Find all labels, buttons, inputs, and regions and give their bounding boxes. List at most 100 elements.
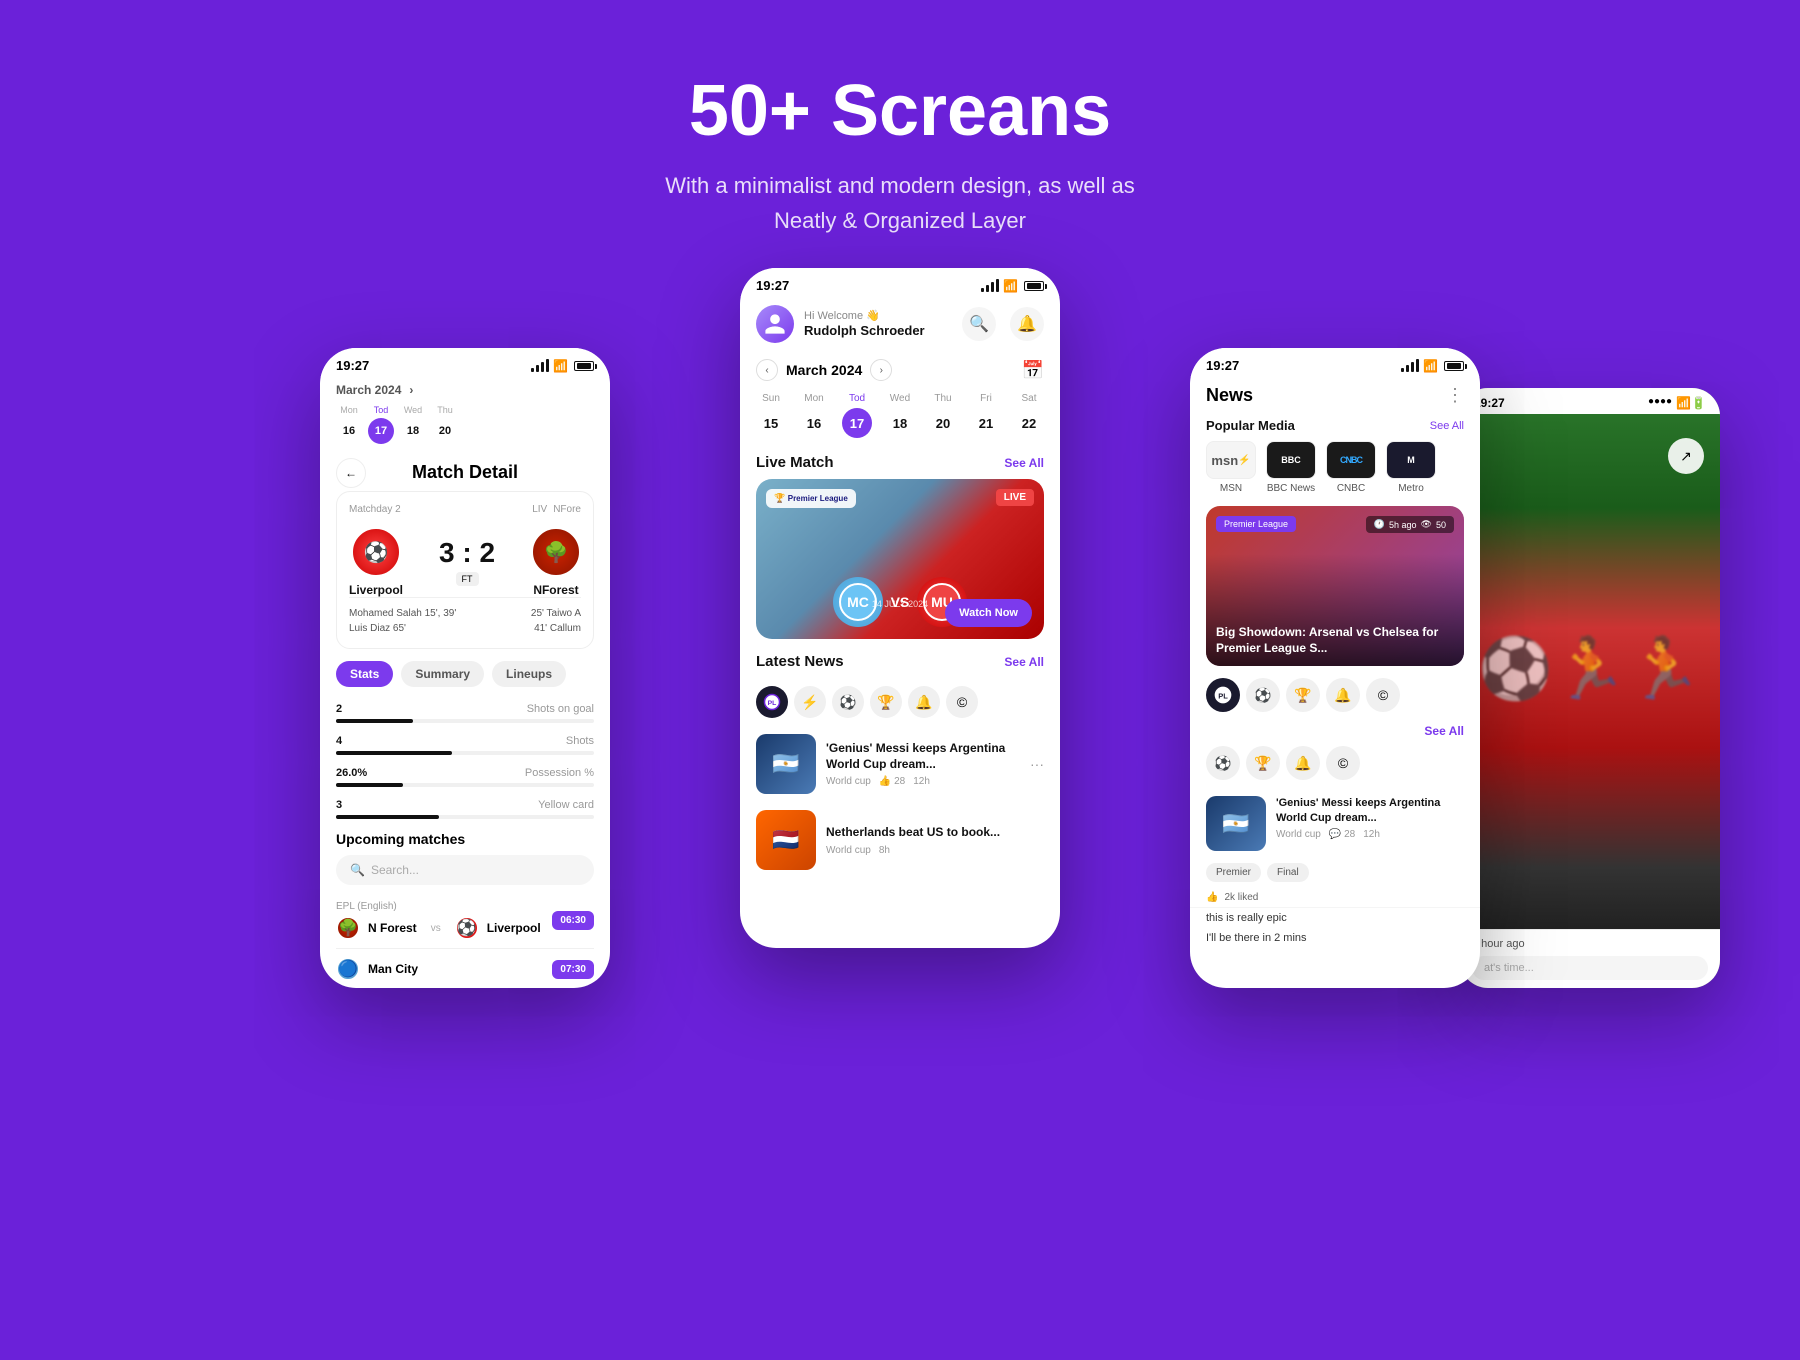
media-bbc[interactable]: BBC BBC News	[1266, 441, 1316, 494]
latest-news-header: Latest News See All	[740, 649, 1060, 678]
tab-stats[interactable]: Stats	[336, 661, 393, 687]
time-left: 19:27	[336, 358, 369, 373]
battery-r	[1444, 361, 1464, 371]
match-tabs: Stats Summary Lineups	[320, 661, 610, 697]
popular-see-all[interactable]: See All	[1430, 420, 1464, 432]
news-info-2: Netherlands beat US to book... World cup…	[826, 825, 1044, 856]
rcat-2[interactable]: ⚽	[1246, 678, 1280, 712]
tab-summary[interactable]: Summary	[401, 661, 484, 687]
notifications-button[interactable]: 🔔	[1010, 307, 1044, 341]
news-item-1[interactable]: 🇦🇷 'Genius' Messi keeps Argentina World …	[740, 726, 1060, 802]
screens-container: 19:27 📶 March 2024 › Mon 16 T	[0, 268, 1800, 1218]
scorer-diaz: Luis Diaz 65'	[349, 623, 406, 634]
tab-cat5[interactable]: 🔔	[908, 686, 940, 718]
sched-day-wed[interactable]: Wed 18	[400, 405, 426, 444]
more-dots[interactable]: ⋮	[1446, 385, 1464, 406]
live-match-title: Live Match	[756, 454, 834, 471]
tab-pl[interactable]: PL	[756, 686, 788, 718]
cal-day-thu[interactable]: Thu 20	[928, 393, 958, 438]
tag-premier[interactable]: Premier	[1206, 863, 1261, 882]
live-see-all[interactable]: See All	[1004, 456, 1044, 470]
rcat-1[interactable]: PL	[1206, 678, 1240, 712]
right-see-all: See All	[1190, 720, 1480, 742]
news-dots-1: ···	[1030, 756, 1044, 772]
share-button[interactable]: ↗	[1668, 438, 1704, 474]
tab-lineups[interactable]: Lineups	[492, 661, 566, 687]
latest-see-all[interactable]: See All	[1004, 655, 1044, 669]
tab-cat3[interactable]: ⚽	[832, 686, 864, 718]
cal-day-mon[interactable]: Mon 16	[799, 393, 829, 438]
svg-text:PL: PL	[1218, 692, 1228, 701]
cal-day-sat[interactable]: Sat 22	[1014, 393, 1044, 438]
action-bar: 1 hour ago at's time...	[1460, 929, 1720, 988]
featured-time: 🕐 5h ago 👁 50	[1366, 516, 1454, 533]
featured-card[interactable]: Premier League 🕐 5h ago 👁 50 Big Showdow…	[1206, 506, 1464, 666]
watch-now-btn[interactable]: Watch Now	[945, 599, 1032, 627]
right-news-1[interactable]: 🇦🇷 'Genius' Messi keeps Argentina World …	[1190, 788, 1480, 859]
rcat-5[interactable]: ©	[1366, 678, 1400, 712]
rcat2-1[interactable]: ⚽	[1206, 746, 1240, 780]
right-news-cats-2: ⚽ 🏆 🔔 ©	[1190, 742, 1480, 788]
rcat2-2[interactable]: 🏆	[1246, 746, 1280, 780]
scorer-taiwo: 25' Taiwo A	[531, 608, 581, 619]
sched-day-mon[interactable]: Mon 16	[336, 405, 362, 444]
news-title-1: 'Genius' Messi keeps Argentina World Cup…	[826, 741, 1020, 772]
phone-left: 19:27 📶 March 2024 › Mon 16 T	[320, 348, 610, 988]
rcat-4[interactable]: 🔔	[1326, 678, 1360, 712]
featured-tag: Premier League	[1216, 516, 1296, 532]
live-badge: LIVE	[996, 489, 1034, 506]
status-bar-left: 19:27 📶	[320, 348, 610, 377]
cal-next[interactable]: ›	[870, 359, 892, 381]
right-comment2: I'll be there in 2 mins	[1190, 928, 1480, 948]
sched-day-thu[interactable]: Thu 20	[432, 405, 458, 444]
rcat-3[interactable]: 🏆	[1286, 678, 1320, 712]
rcat2-3[interactable]: 🔔	[1286, 746, 1320, 780]
time-center: 19:27	[756, 278, 789, 293]
comment-area[interactable]: at's time...	[1472, 956, 1708, 980]
tag-final[interactable]: Final	[1267, 863, 1309, 882]
scorer-callum: 41' Callum	[534, 623, 581, 634]
media-metro[interactable]: M Metro	[1386, 441, 1436, 494]
team1-name: Liverpool	[349, 583, 403, 597]
cal-day-sun[interactable]: Sun 15	[756, 393, 786, 438]
latest-news-title: Latest News	[756, 653, 844, 670]
tab-cat4[interactable]: 🏆	[870, 686, 902, 718]
avatar	[756, 305, 794, 343]
cal-day-wed[interactable]: Wed 18	[885, 393, 915, 438]
match-score: 3 : 2	[439, 537, 495, 569]
cal-day-tod[interactable]: Tod 17	[842, 393, 872, 438]
match-card: Matchday 2 LIV NFore ⚽ Liverpool 3 : 2 F…	[336, 491, 594, 649]
phone-far-right: ⚽🏃🏃 19:27 ●●●● 📶🔋 ↗ 💬 2.3K 1 hour a	[1460, 388, 1720, 988]
media-msn[interactable]: msn ⚡ MSN	[1206, 441, 1256, 494]
score-col: 3 : 2 FT	[439, 537, 495, 587]
fixture-1: EPL (English) 🌳 N Forest vs ⚽ Liverpool …	[320, 893, 610, 948]
battery-icon	[574, 361, 594, 371]
status-bar-center: 19:27 📶	[740, 268, 1060, 297]
cal-prev[interactable]: ‹	[756, 359, 778, 381]
action-photo: ⚽🏃🏃 19:27 ●●●● 📶🔋 ↗ 💬 2.3K 1 hour a	[1460, 388, 1720, 988]
cal-grid-icon[interactable]: 📅	[1022, 360, 1044, 381]
news-item-2[interactable]: 🇳🇱 Netherlands beat US to book... World …	[740, 802, 1060, 878]
header-icons: 🔍 🔔	[962, 307, 1044, 341]
team1-abbr: LIV	[532, 504, 547, 515]
search-button[interactable]: 🔍	[962, 307, 996, 341]
search-bar[interactable]: 🔍 Search...	[336, 855, 594, 885]
news-thumb-1: 🇦🇷	[756, 734, 816, 794]
back-button[interactable]: ←	[336, 458, 366, 488]
status-icons-center: 📶	[981, 279, 1044, 293]
cal-day-fri[interactable]: Fri 21	[971, 393, 1001, 438]
featured-title: Big Showdown: Arsenal vs Chelsea for Pre…	[1216, 625, 1454, 656]
tab-cat2[interactable]: ⚡	[794, 686, 826, 718]
lfc-fixture-crest: ⚽	[455, 916, 479, 940]
calendar-header: ‹ March 2024 › 📅	[740, 355, 1060, 389]
right-news-cats: PL ⚽ 🏆 🔔 ©	[1190, 674, 1480, 720]
tab-cat6[interactable]: ©	[946, 686, 978, 718]
stat-shots-goal: 2 Shots on goal	[320, 697, 610, 729]
media-cnbc[interactable]: CNBC CNBC	[1326, 441, 1376, 494]
calendar-days: Sun 15 Mon 16 Tod 17 Wed 18 Thu 20 Fri 2…	[740, 389, 1060, 450]
page-header: 50+ Screans With a minimalist and modern…	[0, 0, 1800, 268]
upcoming-header: Upcoming matches	[320, 825, 610, 855]
rcat2-4[interactable]: ©	[1326, 746, 1360, 780]
sched-day-tod[interactable]: Tod 17	[368, 405, 394, 444]
news-tabs: PL ⚡ ⚽ 🏆 🔔 ©	[740, 678, 1060, 726]
